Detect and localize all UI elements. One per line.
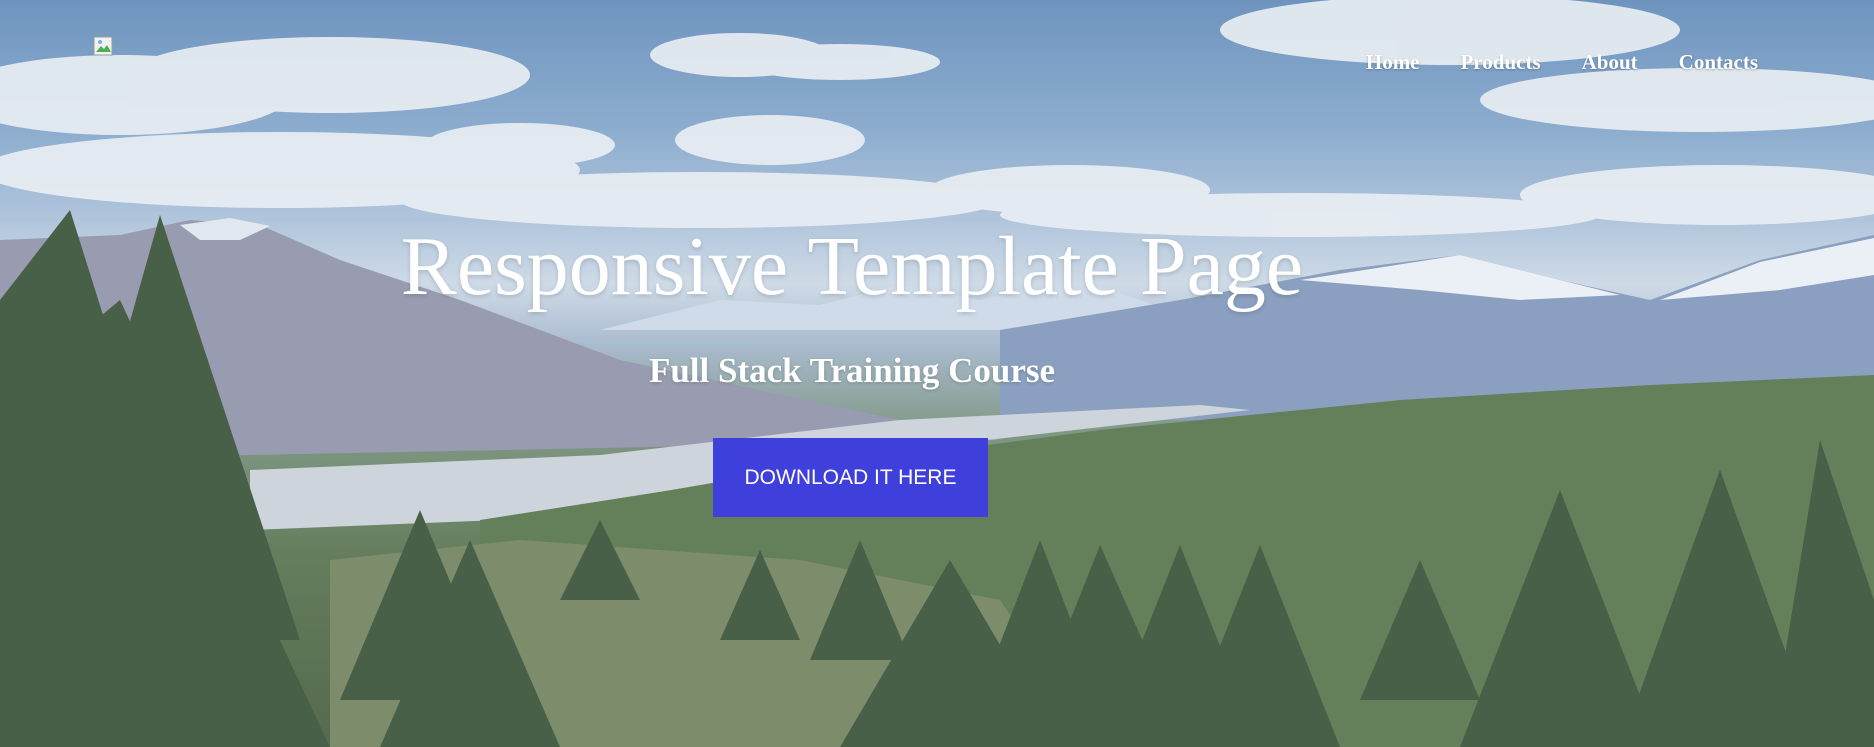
nav-link-products[interactable]: Products bbox=[1461, 50, 1541, 75]
download-button[interactable]: DOWNLOAD IT HERE bbox=[713, 438, 988, 517]
broken-image-icon[interactable] bbox=[93, 36, 115, 58]
main-nav: Home Products About Contacts bbox=[1325, 50, 1758, 75]
hero-section: Home Products About Contacts Responsive … bbox=[0, 0, 1874, 747]
nav-link-home[interactable]: Home bbox=[1366, 50, 1420, 75]
hero-subtitle: Full Stack Training Course bbox=[648, 351, 1056, 390]
nav-link-contacts[interactable]: Contacts bbox=[1679, 50, 1758, 75]
hero-title: Responsive Template Page bbox=[400, 220, 1304, 313]
nav-link-about[interactable]: About bbox=[1582, 50, 1638, 75]
